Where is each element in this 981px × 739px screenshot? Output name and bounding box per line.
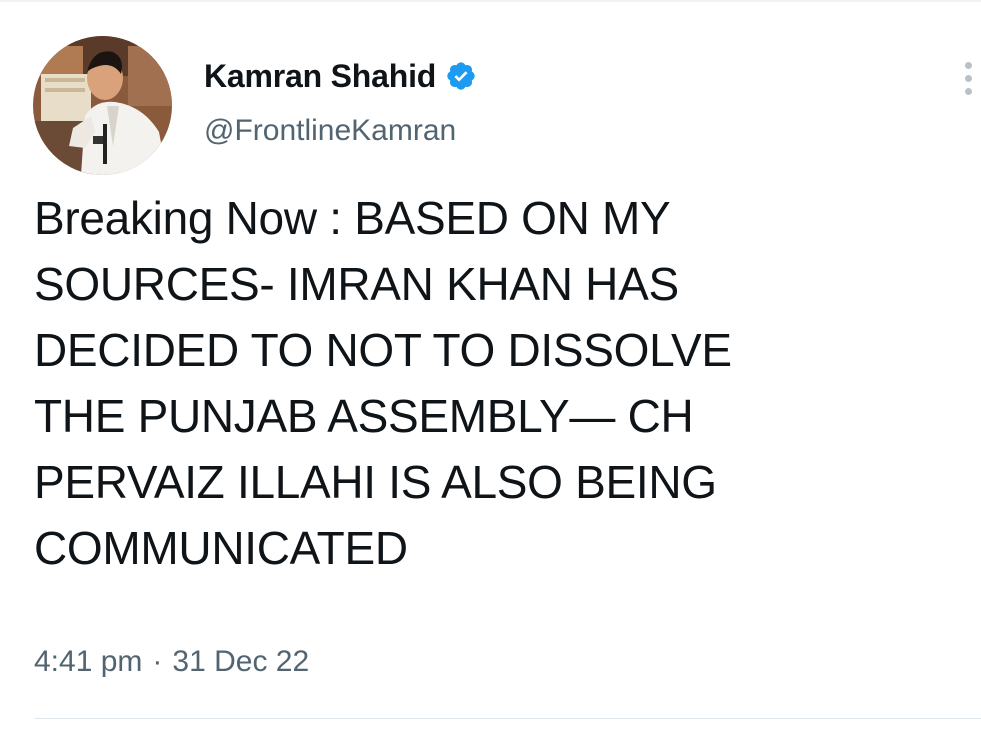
author-name-row: Kamran Shahid (204, 54, 477, 98)
more-dot (965, 75, 972, 82)
author-avatar[interactable] (33, 36, 172, 175)
bottom-divider (34, 718, 981, 719)
tweet-time[interactable]: 4:41 pm (34, 645, 142, 679)
author-display-name[interactable]: Kamran Shahid (204, 58, 436, 95)
timestamp-separator: · (152, 645, 163, 678)
avatar-photo (33, 36, 172, 175)
top-divider (0, 0, 981, 2)
tweet-text: Breaking Now : BASED ON MY SOURCES- IMRA… (34, 192, 732, 574)
more-dot (965, 62, 972, 69)
tweet-timestamp: 4:41 pm · 31 Dec 22 (34, 645, 309, 679)
tweet-date[interactable]: 31 Dec 22 (172, 645, 309, 679)
more-options-icon[interactable] (958, 58, 981, 98)
more-dot (965, 88, 972, 95)
tweet-author[interactable]: Kamran Shahid @FrontlineKamran (204, 54, 477, 148)
author-handle[interactable]: @FrontlineKamran (204, 114, 477, 148)
verified-badge-icon (445, 60, 477, 92)
